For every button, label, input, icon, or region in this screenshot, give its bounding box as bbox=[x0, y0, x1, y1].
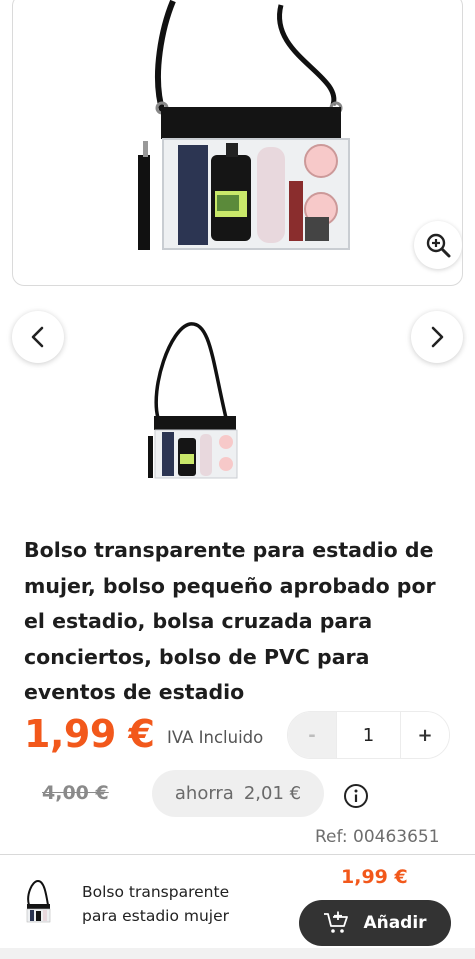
thumbnail-image[interactable] bbox=[140, 318, 246, 484]
quantity-stepper: - 1 + bbox=[287, 711, 450, 759]
savings-badge: ahorra 2,01 € bbox=[152, 770, 324, 817]
chevron-left-icon bbox=[31, 326, 44, 348]
footer-product-name: Bolso transparente para estadio mujer bbox=[82, 883, 230, 925]
vat-label: IVA Incluido bbox=[167, 728, 264, 747]
product-title: Bolso transparente para estadio de mujer… bbox=[24, 538, 436, 704]
bottom-strip bbox=[0, 948, 475, 959]
product-reference: Ref: 00463651 bbox=[315, 827, 440, 847]
next-image-button[interactable] bbox=[411, 311, 463, 363]
footer-price: 1,99 € bbox=[341, 866, 408, 888]
product-photo bbox=[138, 0, 350, 250]
quantity-increase-button[interactable]: + bbox=[401, 712, 449, 758]
current-price: 1,99 € bbox=[24, 712, 155, 756]
main-product-image[interactable] bbox=[12, 0, 463, 286]
sticky-add-bar: Bolso transparente para estadio mujer 1,… bbox=[0, 854, 475, 948]
previous-image-button[interactable] bbox=[12, 311, 64, 363]
cart-add-icon bbox=[324, 911, 349, 933]
footer-product-thumbnail bbox=[26, 879, 51, 923]
savings-label: ahorra bbox=[174, 783, 234, 804]
zoom-in-icon bbox=[426, 233, 451, 258]
info-icon[interactable] bbox=[343, 783, 369, 809]
add-to-cart-button[interactable]: Añadir bbox=[299, 900, 451, 946]
chevron-right-icon bbox=[431, 326, 444, 348]
savings-amount: 2,01 € bbox=[243, 783, 302, 804]
product-page: Bolso transparente para estadio de mujer… bbox=[0, 0, 475, 959]
quantity-decrease-button[interactable]: - bbox=[288, 712, 336, 758]
quantity-value[interactable]: 1 bbox=[336, 712, 401, 758]
old-price: 4,00 € bbox=[42, 782, 109, 804]
zoom-button[interactable] bbox=[414, 221, 462, 269]
add-to-cart-label: Añadir bbox=[363, 913, 427, 933]
